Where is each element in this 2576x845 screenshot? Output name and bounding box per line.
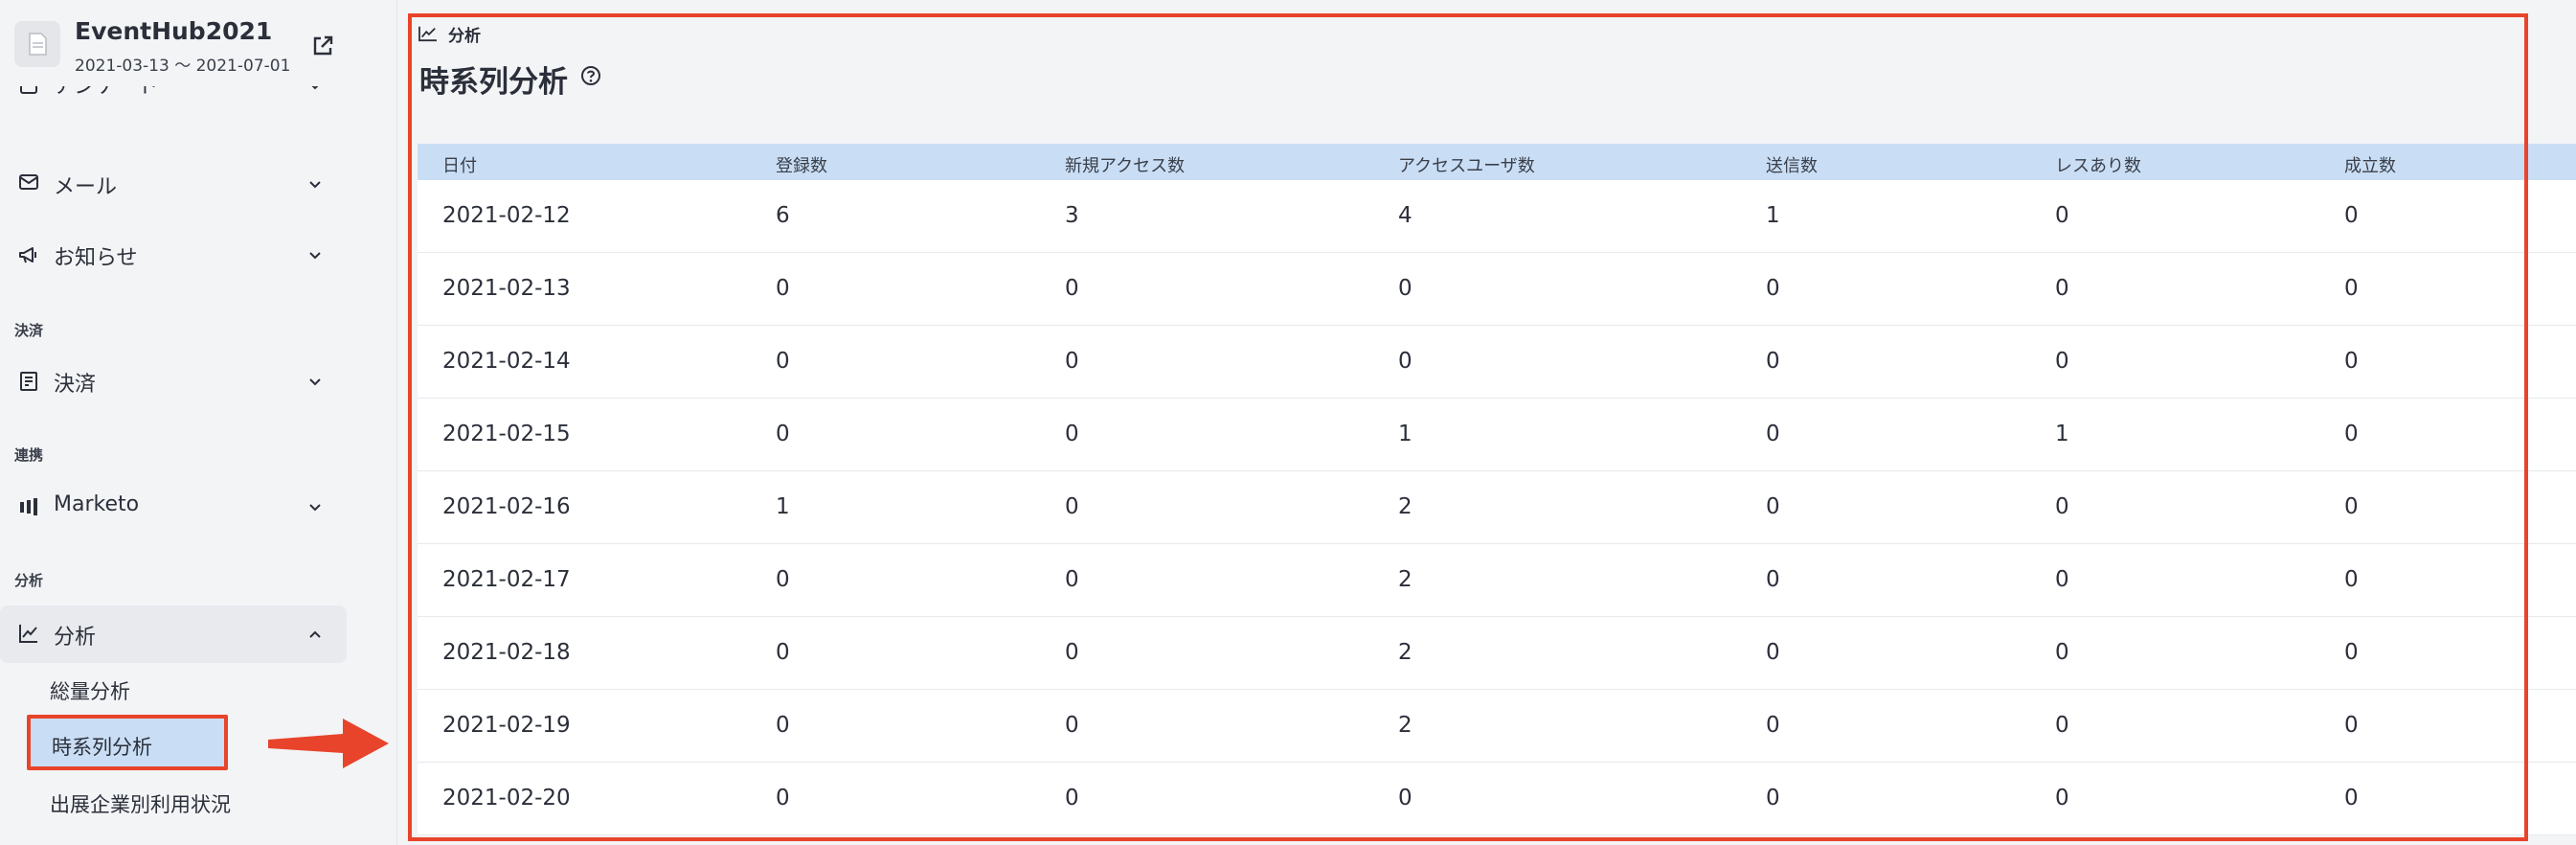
sidebar-item-label: Marketo: [54, 492, 140, 516]
section-heading-integration: 連携: [14, 446, 44, 464]
section-heading-analysis: 分析: [14, 572, 44, 589]
chevron-down-icon: [309, 504, 321, 512]
sidebar-subitem-label: 時系列分析: [52, 736, 152, 759]
receipt-icon: [20, 372, 37, 391]
sidebar-item-label: お知らせ: [54, 246, 138, 270]
mail-icon: [19, 174, 38, 190]
highlight-frame: [408, 13, 2528, 841]
section-heading-payment: 決済: [14, 322, 44, 339]
external-link-icon[interactable]: [308, 32, 337, 60]
chart-icon: [19, 625, 37, 643]
marketo-icon: [20, 498, 37, 515]
sidebar-item-marketo[interactable]: Marketo: [0, 478, 347, 536]
sidebar-item-payment[interactable]: 決済: [0, 353, 347, 410]
sidebar-subitem-timeseries-analysis[interactable]: 時系列分析: [27, 715, 228, 770]
megaphone-icon: [19, 247, 36, 263]
chevron-down-icon: [309, 252, 321, 260]
chevron-down-icon: [309, 181, 321, 189]
sidebar-item-label: 分析: [54, 626, 97, 650]
sidebar-item-analysis[interactable]: 分析: [0, 605, 347, 663]
document-icon: [29, 33, 47, 56]
event-dates: 2021-03-13 〜 2021-07-01: [75, 57, 291, 76]
sidebar-item-label: 決済: [54, 373, 97, 397]
sidebar-subitem-exhibitor-usage[interactable]: 出展企業別利用状況: [50, 789, 231, 818]
sidebar-subitem-total-analysis[interactable]: 総量分析: [50, 676, 130, 705]
sidebar-item-mail[interactable]: メール: [0, 155, 347, 213]
event-name: EventHub2021: [75, 17, 273, 45]
sidebar-item-label: メール: [54, 175, 118, 199]
event-logo: [14, 21, 60, 67]
chevron-up-icon: [309, 630, 321, 638]
sidebar-item-news[interactable]: お知らせ: [0, 226, 347, 284]
event-header: EventHub2021 2021-03-13 〜 2021-07-01: [0, 0, 396, 86]
annotation-arrow-icon: [268, 719, 389, 768]
chevron-down-icon: [309, 378, 321, 386]
